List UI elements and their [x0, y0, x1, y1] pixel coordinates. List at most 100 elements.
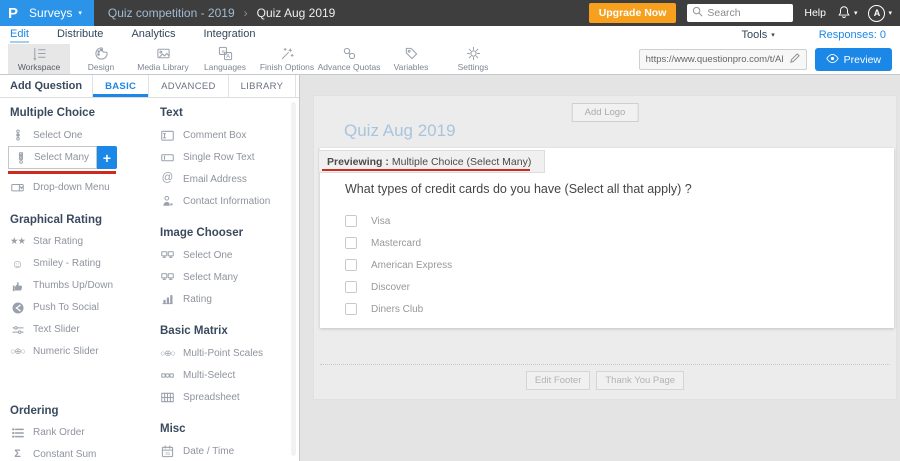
menubar-items: Edit Distribute Analytics Integration [10, 28, 255, 43]
question-type-select-one[interactable]: Select One [0, 124, 150, 146]
checkbox-visa[interactable] [345, 215, 357, 227]
question-type-single-row-text[interactable]: Single Row Text [150, 146, 292, 168]
advance-quotas-icon [342, 46, 357, 61]
toolbar-item-finish-options[interactable]: Finish Options [256, 44, 318, 74]
checkbox-mastercard[interactable] [345, 237, 357, 249]
question-type-multi-point-scales[interactable]: ○⊕○Multi-Point Scales [150, 342, 292, 364]
survey-title[interactable]: Quiz Aug 2019 [344, 121, 456, 141]
question-type-label: Smiley - Rating [33, 258, 101, 269]
survey-url-text: https://www.questionpro.com/t/APNrFZ [646, 54, 783, 65]
question-type-comment-box[interactable]: Comment Box [150, 124, 292, 146]
question-type-column-2: TextComment BoxSingle Row Text@Email Add… [150, 98, 292, 460]
question-type-label: Numeric Slider [33, 346, 99, 357]
previewing-red-underline [322, 169, 530, 172]
option-label: American Express [371, 260, 452, 271]
finish-options-icon [280, 46, 295, 61]
account-menu[interactable]: A ▾ [868, 5, 892, 22]
tab-basic[interactable]: BASIC [92, 75, 148, 97]
question-type-push-to-social[interactable]: Push To Social [0, 297, 150, 319]
question-type-smiley-rating[interactable]: ☺ Smiley - Rating [0, 253, 150, 275]
question-type-select-one[interactable]: Select One [150, 244, 292, 266]
chevron-down-icon: ▾ [78, 10, 82, 17]
menu-item-distribute[interactable]: Distribute [57, 28, 103, 43]
question-type-label: Select Many [183, 272, 238, 283]
select-many-icon [13, 152, 28, 164]
toolbar-item-advance-quotas[interactable]: Advance Quotas [318, 44, 380, 74]
question-type-label: Text Slider [33, 324, 80, 335]
design-icon [94, 46, 109, 61]
upgrade-now-button[interactable]: Upgrade Now [589, 3, 677, 23]
question-type-star-rating[interactable]: ★★Star Rating [0, 231, 150, 253]
question-card: Previewing : Multiple Choice (Select Man… [320, 148, 894, 328]
checkbox-diners-club[interactable] [345, 303, 357, 315]
previewing-prefix: Previewing : [327, 156, 389, 168]
question-type-rating[interactable]: Rating [150, 288, 292, 310]
toolbar-item-languages[interactable]: aALanguages [194, 44, 256, 74]
question-type-label: Date / Time [183, 446, 234, 457]
chevron-down-icon: ▾ [854, 10, 858, 17]
thank-you-page-button[interactable]: Thank You Page [596, 371, 684, 390]
checkbox-american-express[interactable] [345, 259, 357, 271]
footer-divider [320, 364, 890, 365]
smiley-icon: ☺ [10, 258, 25, 270]
toolbar-item-media-library[interactable]: Media Library [132, 44, 194, 74]
breadcrumb-separator: › [244, 6, 248, 20]
menu-item-integration[interactable]: Integration [203, 28, 255, 43]
menu-item-edit[interactable]: Edit [10, 28, 29, 43]
section-header: Graphical Rating [0, 214, 150, 226]
constant-sum-icon: Σ [10, 449, 25, 460]
search-input[interactable] [707, 7, 789, 19]
toolbar-item-settings[interactable]: Settings [442, 44, 504, 74]
section-misc: Misc31Date / Time×8Captcha [150, 423, 292, 460]
toolbar: WorkspaceDesignMedia LibraryaALanguagesF… [0, 44, 900, 75]
image-rating-icon [160, 293, 175, 305]
option-row-visa: Visa [345, 210, 452, 232]
add-logo-button[interactable]: Add Logo [572, 103, 639, 122]
question-type-date-time[interactable]: 31Date / Time [150, 440, 292, 460]
question-type-drop-down-menu[interactable]: Drop-down Menu [0, 177, 150, 199]
question-type-multi-select[interactable]: Multi-Select [150, 364, 292, 386]
surveys-menu[interactable]: Surveys ▾ [29, 6, 82, 20]
section-text: TextComment BoxSingle Row Text@Email Add… [150, 107, 292, 212]
surveys-label: Surveys [29, 6, 72, 20]
chevron-down-icon: ▾ [888, 10, 892, 17]
question-type-select-many[interactable]: Select Many [150, 266, 292, 288]
question-type-label: Rating [183, 294, 212, 305]
tab-library[interactable]: LIBRARY [228, 75, 296, 97]
question-type-select-many-selected[interactable]: Select Many + [8, 146, 150, 169]
question-type-spreadsheet[interactable]: Spreadsheet [150, 386, 292, 408]
svg-text:A: A [226, 54, 230, 60]
toolbar-item-design[interactable]: Design [70, 44, 132, 74]
option-row-discover: Discover [345, 276, 452, 298]
toolbar-item-label: Advance Quotas [318, 62, 381, 72]
preview-button[interactable]: Preview [815, 48, 892, 71]
survey-url-field[interactable]: https://www.questionpro.com/t/APNrFZ [639, 49, 807, 70]
tools-menu[interactable]: Tools ▾ [742, 29, 775, 41]
questionpro-logo[interactable]: P [8, 6, 18, 21]
section-header: Ordering [0, 405, 150, 417]
toolbar-item-variables[interactable]: Variables [380, 44, 442, 74]
checkbox-discover[interactable] [345, 281, 357, 293]
notifications-menu[interactable]: ▾ [837, 5, 858, 22]
question-type-text-slider[interactable]: Text Slider [0, 319, 150, 341]
help-link[interactable]: Help [804, 7, 826, 19]
toolbar-item-workspace[interactable]: Workspace [8, 44, 70, 74]
tab-advanced[interactable]: ADVANCED [148, 75, 227, 97]
question-type-constant-sum[interactable]: ΣConstant Sum [0, 444, 150, 461]
pencil-icon[interactable] [789, 53, 800, 67]
breadcrumb-folder[interactable]: Quiz competition - 2019 [108, 6, 235, 20]
question-type-email-address[interactable]: @Email Address [150, 168, 292, 190]
add-question-type-button[interactable]: + [97, 146, 117, 169]
question-type-contact-information[interactable]: Contact Information [150, 190, 292, 212]
edit-footer-button[interactable]: Edit Footer [526, 371, 590, 390]
question-type-label: Select Many [34, 152, 89, 163]
menu-item-analytics[interactable]: Analytics [131, 28, 175, 43]
question-type-thumbs-up-down[interactable]: Thumbs Up/Down [0, 275, 150, 297]
search-box[interactable] [687, 4, 793, 22]
question-type-rank-order[interactable]: Rank Order [0, 422, 150, 444]
responses-count[interactable]: Responses: 0 [819, 29, 886, 41]
question-type-numeric-slider[interactable]: ○⊕○Numeric Slider [0, 341, 150, 363]
comment-box-icon [160, 129, 175, 142]
question-type-label: Comment Box [183, 130, 246, 141]
question-type-label: Select One [183, 250, 232, 261]
